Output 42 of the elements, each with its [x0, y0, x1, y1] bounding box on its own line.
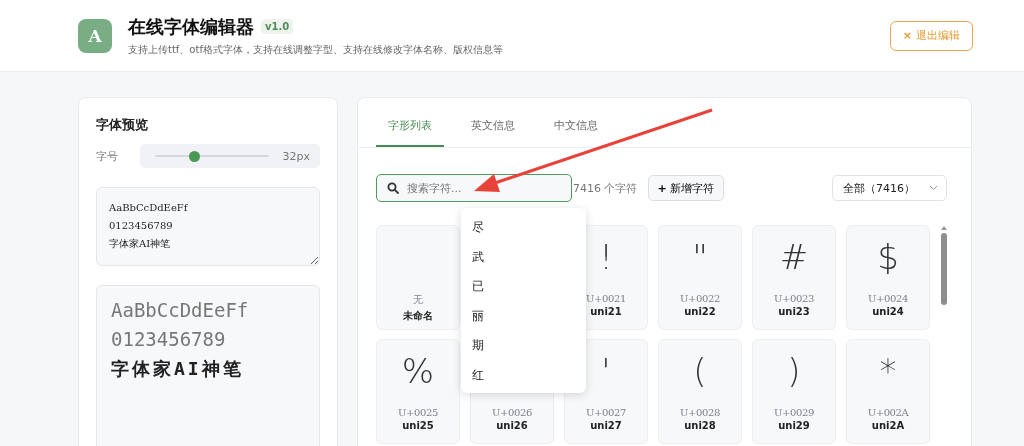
logo-icon: A: [78, 18, 112, 53]
app-subtitle: 支持上传ttf、otf格式字体，支持在线调整字型、支持在线修改字体名称、版权信息等: [128, 42, 504, 57]
version-badge: v1.0: [261, 19, 294, 34]
glyph-preview: ): [787, 351, 801, 391]
glyph-code: U+0025: [398, 407, 438, 418]
glyph-name: uni29: [778, 420, 810, 431]
glyph-name: uni2A: [871, 420, 905, 431]
glyph-code: U+0026: [492, 407, 532, 418]
panel-title: 字体预览: [96, 116, 149, 134]
glyph-code: U+0029: [774, 407, 814, 418]
glyph-name: uni24: [872, 306, 904, 317]
glyph-code: U+0027: [586, 407, 626, 418]
glyph-preview: ': [601, 351, 611, 391]
glyph-name: uni25: [402, 420, 434, 431]
glyph-code: U+002A: [867, 407, 909, 418]
preview-text: 0123456789: [111, 327, 227, 352]
glyph-preview: !: [599, 237, 613, 277]
glyph-name: uni26: [496, 420, 528, 431]
glyph-name: uni27: [590, 420, 622, 431]
glyph-code: U+0023: [774, 293, 814, 304]
glyph-name: uni22: [684, 306, 716, 317]
glyph-preview: $: [877, 237, 899, 277]
glyph-name: 未命名: [403, 309, 433, 323]
app-title: 在线字体编辑器: [128, 14, 254, 39]
glyph-name: uni23: [778, 306, 810, 317]
glyph-count: 7416 个字符: [573, 180, 638, 196]
glyph-code: U+0028: [680, 407, 720, 418]
glyph-code: U+0022: [680, 293, 720, 304]
glyph-preview: *: [879, 351, 897, 391]
glyph-code: 无: [413, 293, 423, 307]
preview-text: 字体家AI神笔: [111, 357, 245, 381]
glyph-preview: #: [779, 237, 809, 277]
size-label: 字号: [96, 148, 119, 164]
glyph-name: uni21: [590, 306, 622, 317]
glyph-preview: %: [401, 351, 435, 391]
glyph-preview: (: [693, 351, 707, 391]
glyph-code: U+0024: [868, 293, 908, 304]
glyph-preview: ": [692, 237, 708, 277]
size-reading: 32px: [282, 149, 310, 163]
glyph-code: U+0021: [586, 293, 626, 304]
preview-text: AaBbCcDdEeFf: [111, 298, 250, 323]
glyph-name: uni28: [684, 420, 716, 431]
